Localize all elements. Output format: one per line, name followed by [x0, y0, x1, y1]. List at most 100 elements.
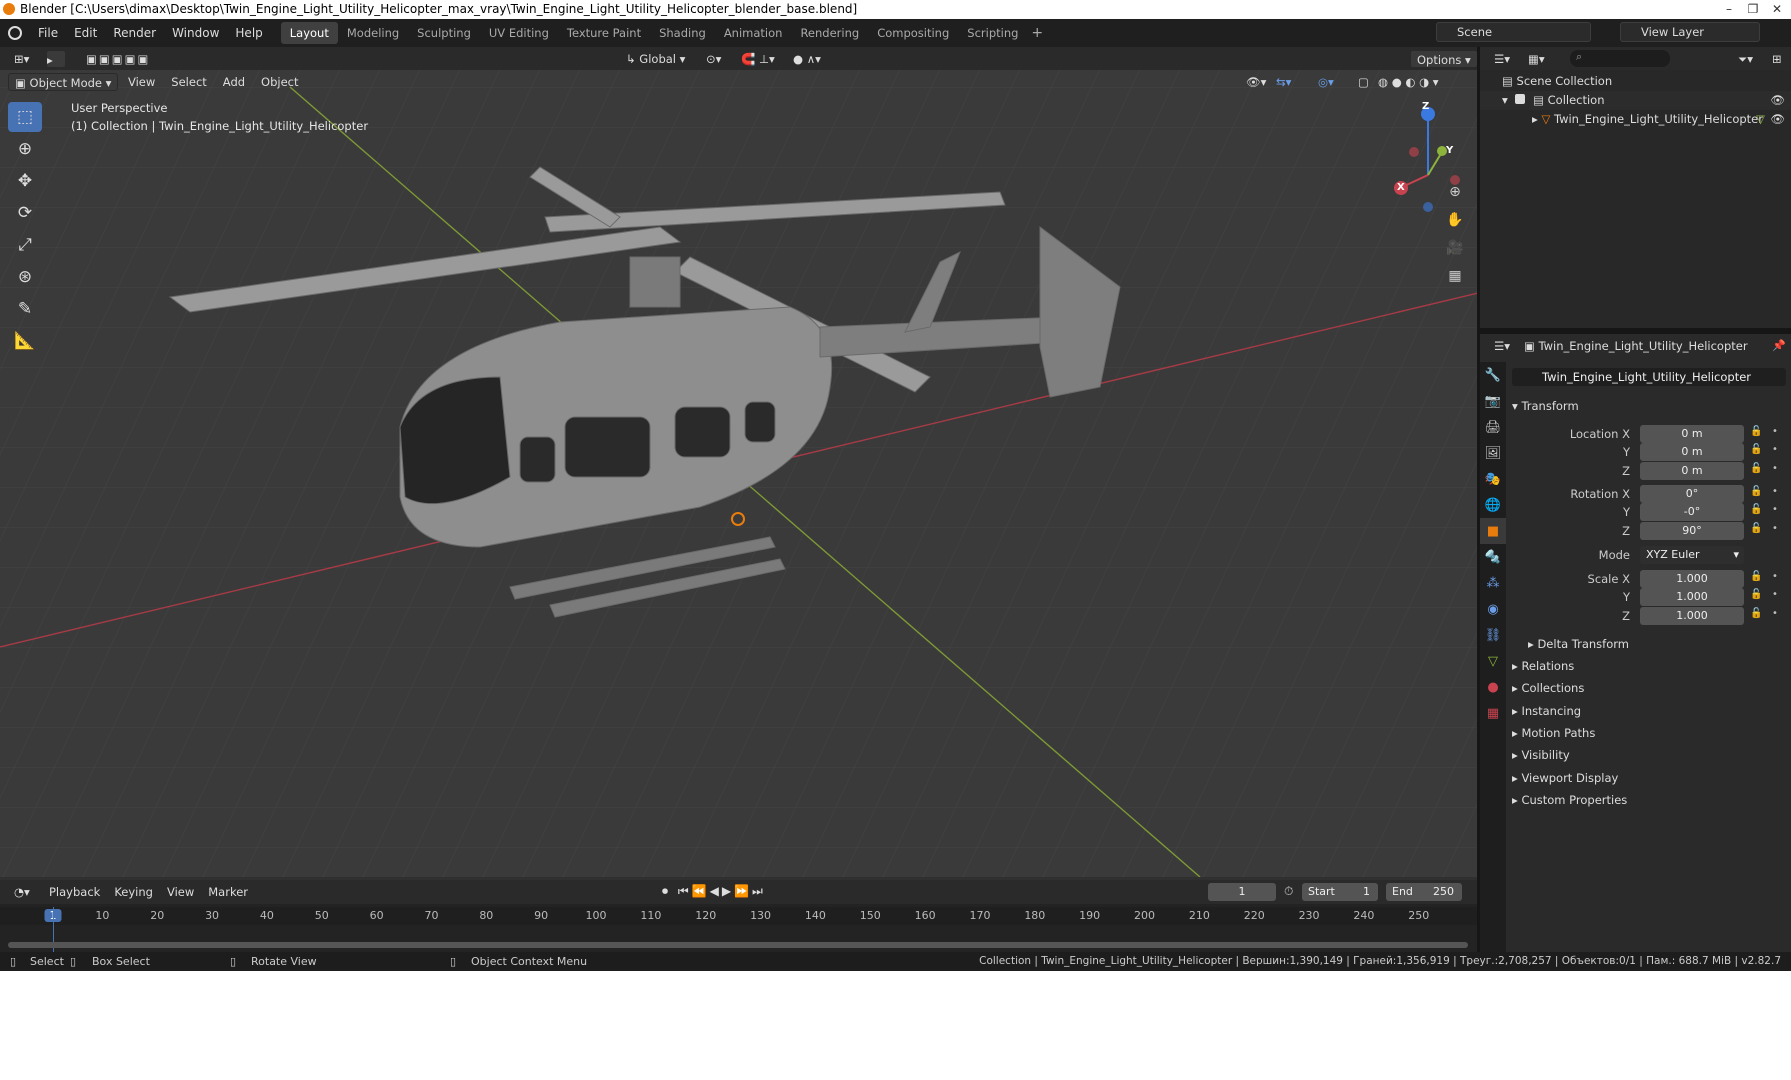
- menu-edit[interactable]: Edit: [66, 26, 105, 40]
- selection-mode-icons[interactable]: ▣▣▣▣▣: [80, 50, 156, 68]
- 3d-viewport[interactable]: Z X Y ⊞▾ ▸ ▣▣▣▣▣ ↳ Global ▾ ⊙▾ 🧲 ⊥▾ ● ∧▾…: [0, 47, 1478, 877]
- area-divider-horizontal[interactable]: [1480, 328, 1791, 334]
- lock-icon[interactable]: 🔓: [1750, 608, 1762, 619]
- keyframe-dot-icon[interactable]: •: [1772, 426, 1778, 437]
- outliner-search-input[interactable]: ⌕: [1570, 50, 1670, 67]
- outliner-scene-collection[interactable]: ▤ Scene Collection: [1480, 72, 1791, 91]
- eye-icon[interactable]: 👁: [1770, 110, 1785, 129]
- outliner-object[interactable]: ▸ ▽ Twin_Engine_Light_Utility_Helicopter…: [1480, 110, 1791, 129]
- location-x-field[interactable]: 0 m: [1640, 425, 1744, 443]
- end-frame-field[interactable]: End 250: [1386, 883, 1462, 901]
- rotation-x-field[interactable]: 0°: [1640, 485, 1744, 503]
- viewport-menu-object[interactable]: Object: [253, 73, 306, 91]
- tab-rendering[interactable]: Rendering: [791, 22, 868, 44]
- maximize-icon[interactable]: ❐: [1741, 0, 1765, 19]
- view-layer-selector[interactable]: View Layer: [1620, 22, 1760, 42]
- panel-relations[interactable]: ▸ Relations: [1512, 655, 1574, 677]
- prev-keyframe-icon[interactable]: ⏪: [692, 884, 710, 898]
- lock-icon[interactable]: 🔓: [1750, 571, 1762, 582]
- measure-tool-icon[interactable]: 📐: [8, 326, 42, 356]
- menu-render[interactable]: Render: [105, 26, 164, 40]
- tab-animation[interactable]: Animation: [715, 22, 792, 44]
- pivot-button[interactable]: ⊙▾: [700, 50, 727, 68]
- scene-selector[interactable]: Scene: [1436, 22, 1591, 42]
- blender-menu-icon[interactable]: [8, 26, 22, 40]
- tab-uv-editing[interactable]: UV Editing: [480, 22, 558, 44]
- view-layer-tab-icon[interactable]: 🖼: [1480, 440, 1506, 466]
- scene-tab-icon[interactable]: 🎭: [1480, 466, 1506, 492]
- tab-scripting[interactable]: Scripting: [958, 22, 1027, 44]
- shading-modes[interactable]: ◍ ● ◐ ◑ ▾: [1372, 73, 1445, 91]
- move-tool-icon[interactable]: ✥: [8, 166, 42, 196]
- transform-tool-icon[interactable]: ⊛: [8, 262, 42, 292]
- timeline-scrollbar[interactable]: [8, 942, 1468, 948]
- panel-visibility[interactable]: ▸ Visibility: [1512, 744, 1570, 766]
- lock-icon[interactable]: 🔓: [1750, 523, 1762, 534]
- panel-collections[interactable]: ▸ Collections: [1512, 677, 1584, 699]
- collection-checkbox[interactable]: [1515, 94, 1526, 104]
- record-icon[interactable]: ⏺: [662, 884, 671, 898]
- options-dropdown[interactable]: Options ▾: [1410, 50, 1478, 68]
- tab-compositing[interactable]: Compositing: [868, 22, 958, 44]
- outliner-editor-type-button[interactable]: ☰▾: [1488, 50, 1516, 68]
- tool-tab-icon[interactable]: 🔧: [1480, 362, 1506, 388]
- select-mode-button[interactable]: ▸: [46, 50, 66, 68]
- editor-type-button[interactable]: ⊞▾: [8, 50, 35, 68]
- snap-button[interactable]: 🧲 ⊥▾: [735, 50, 781, 68]
- rotate-tool-icon[interactable]: ⟳: [8, 198, 42, 228]
- expand-arrow-icon[interactable]: ▾: [1502, 93, 1508, 107]
- overlay-toggle-button[interactable]: ◎▾: [1312, 73, 1340, 91]
- filter-icon[interactable]: ⏷▾: [1732, 50, 1759, 68]
- gizmo-toggle-button[interactable]: ⇆▾: [1270, 73, 1297, 91]
- timeline-editor-type-button[interactable]: ◔▾: [8, 883, 36, 901]
- lock-icon[interactable]: 🔓: [1750, 486, 1762, 497]
- tab-sculpting[interactable]: Sculpting: [408, 22, 480, 44]
- texture-tab-icon[interactable]: ▦: [1480, 700, 1506, 726]
- viewport-menu-select[interactable]: Select: [163, 73, 214, 91]
- lock-icon[interactable]: 🔓: [1750, 444, 1762, 455]
- scale-z-field[interactable]: 1.000: [1640, 607, 1744, 625]
- rotation-mode-dropdown[interactable]: XYZ Euler ▾: [1640, 546, 1744, 564]
- properties-editor-type-button[interactable]: ☰▾: [1488, 337, 1516, 355]
- panel-custom-properties[interactable]: ▸ Custom Properties: [1512, 789, 1627, 811]
- keyframe-dot-icon[interactable]: •: [1772, 504, 1778, 515]
- constraints-tab-icon[interactable]: ⛓: [1480, 622, 1506, 648]
- panel-motion-paths[interactable]: ▸ Motion Paths: [1512, 722, 1595, 744]
- lock-icon[interactable]: 🔓: [1750, 504, 1762, 515]
- transform-panel-header[interactable]: ▾ Transform: [1512, 395, 1579, 417]
- new-collection-icon[interactable]: ⊞: [1766, 50, 1788, 68]
- keyframe-dot-icon[interactable]: •: [1772, 571, 1778, 582]
- tab-texture-paint[interactable]: Texture Paint: [558, 22, 650, 44]
- area-divider[interactable]: [1477, 47, 1480, 952]
- viewport-menu-add[interactable]: Add: [215, 73, 253, 91]
- timeline-menu-playback[interactable]: Playback: [42, 883, 107, 901]
- viewport-menu-view[interactable]: View: [120, 73, 163, 91]
- object-mode-dropdown[interactable]: ▣ Object Mode ▾: [8, 73, 119, 91]
- select-box-tool-icon[interactable]: ⬚: [8, 102, 42, 132]
- tab-layout[interactable]: Layout: [280, 22, 338, 44]
- menu-file[interactable]: File: [30, 26, 66, 40]
- next-keyframe-icon[interactable]: ⏩: [734, 884, 752, 898]
- panel-viewport-display[interactable]: ▸ Viewport Display: [1512, 767, 1618, 789]
- annotate-tool-icon[interactable]: ✎: [8, 294, 42, 324]
- keyframe-dot-icon[interactable]: •: [1772, 523, 1778, 534]
- play-reverse-icon[interactable]: ◀: [710, 884, 722, 898]
- scale-tool-icon[interactable]: ⤢: [8, 230, 42, 260]
- material-tab-icon[interactable]: ●: [1480, 674, 1506, 700]
- data-tab-icon[interactable]: ▽: [1480, 648, 1506, 674]
- current-frame-field[interactable]: 1: [1208, 883, 1276, 901]
- keyframe-dot-icon[interactable]: •: [1772, 486, 1778, 497]
- delta-transform-subpanel[interactable]: ▸ Delta Transform: [1528, 633, 1629, 655]
- menu-window[interactable]: Window: [164, 26, 227, 40]
- keyframe-dot-icon[interactable]: •: [1772, 608, 1778, 619]
- location-y-field[interactable]: 0 m: [1640, 443, 1744, 461]
- timeline-menu-view[interactable]: View: [160, 883, 201, 901]
- start-frame-field[interactable]: Start 1: [1302, 883, 1378, 901]
- menu-help[interactable]: Help: [227, 26, 270, 40]
- tab-modeling[interactable]: Modeling: [338, 22, 408, 44]
- playback-controls[interactable]: ⏺ ⏮⏪◀▶⏩⏭: [662, 884, 766, 899]
- timeline-menu-marker[interactable]: Marker: [201, 883, 255, 901]
- lock-icon[interactable]: 🔓: [1750, 426, 1762, 437]
- object-name-field[interactable]: Twin_Engine_Light_Utility_Helicopter: [1512, 368, 1786, 386]
- eye-icon[interactable]: 👁: [1770, 91, 1785, 110]
